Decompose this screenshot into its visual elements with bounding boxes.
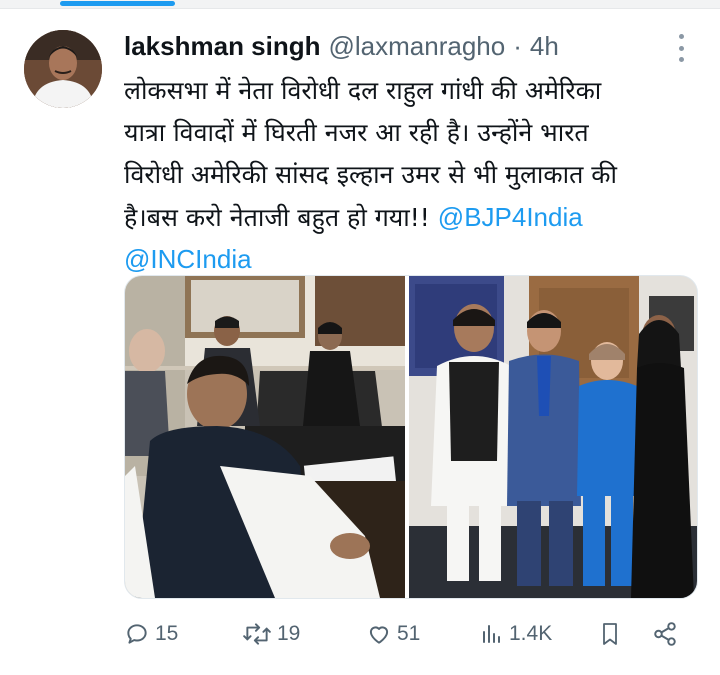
tweet-text-line: है।बस करो नेताजी बहुत हो गया!! xyxy=(124,203,430,232)
tweet-text-line: लोकसभा में नेता विरोधी दल राहुल गांधी की… xyxy=(124,76,602,105)
bookmark-icon xyxy=(598,621,622,647)
media-photo-group[interactable] xyxy=(409,276,697,598)
mention-link[interactable]: @BJP4India xyxy=(438,202,583,232)
views-icon xyxy=(480,622,504,646)
like-icon xyxy=(366,621,392,647)
tweet-header: lakshman singh @laxmanragho · 4h xyxy=(124,28,559,64)
author-handle[interactable]: @laxmanragho xyxy=(329,31,506,62)
more-icon[interactable] xyxy=(676,34,686,62)
tweet-text-line: @INCIndia xyxy=(124,238,704,280)
share-icon xyxy=(652,621,678,647)
mention-link[interactable]: @INCIndia xyxy=(124,244,252,274)
tab-indicator xyxy=(60,1,175,6)
repost-count: 19 xyxy=(277,622,301,645)
share-button[interactable] xyxy=(652,614,678,654)
like-count: 51 xyxy=(397,622,421,645)
top-divider xyxy=(0,0,720,9)
tweet-text-line: यात्रा विवादों में घिरती नजर आ रही है। उ… xyxy=(124,118,589,147)
views-count: 1.4K xyxy=(509,622,553,645)
like-button[interactable]: 51 xyxy=(366,614,420,654)
tweet-text: लोकसभा में नेता विरोधी दल राहुल गांधी की… xyxy=(124,70,704,280)
reply-button[interactable]: 15 xyxy=(124,614,178,654)
avatar[interactable] xyxy=(24,30,102,108)
tweet-text-line: है।बस करो नेताजी बहुत हो गया!! @BJP4Indi… xyxy=(124,196,704,238)
tweet-text-line: विरोधी अमेरिकी सांसद इल्हान उमर से भी मु… xyxy=(124,160,617,189)
tweet-timestamp[interactable]: 4h xyxy=(530,31,559,62)
bookmark-button[interactable] xyxy=(598,614,622,654)
tweet-actions: 15 19 51 1.4K xyxy=(124,614,694,654)
header-separator: · xyxy=(513,30,522,61)
tweet-media[interactable] xyxy=(124,275,698,599)
views-button[interactable]: 1.4K xyxy=(480,614,552,654)
reply-count: 15 xyxy=(155,622,179,645)
author-name[interactable]: lakshman singh xyxy=(124,31,321,62)
media-photo-meeting[interactable] xyxy=(125,276,409,598)
repost-button[interactable]: 19 xyxy=(242,614,300,654)
reply-icon xyxy=(124,621,150,647)
repost-icon xyxy=(242,621,272,647)
